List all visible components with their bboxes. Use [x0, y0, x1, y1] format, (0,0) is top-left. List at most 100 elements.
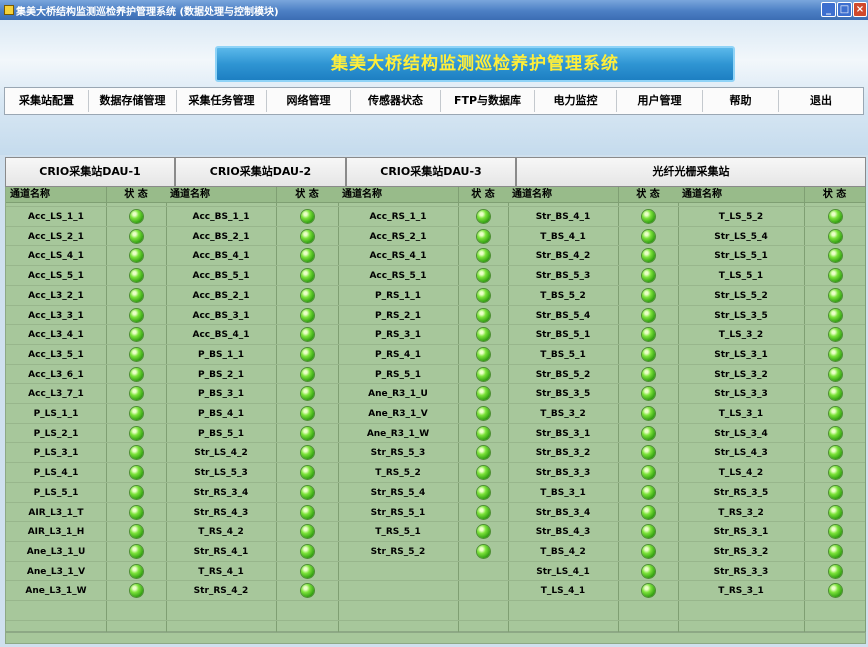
channel-name: T_RS_5_1 — [375, 527, 421, 538]
channel-name: Str_RS_5_3 — [370, 448, 426, 459]
channel-name: Acc_L3_6_1 — [28, 369, 84, 380]
status-led-icon — [642, 505, 655, 519]
menu-exit[interactable]: 退出 — [779, 90, 863, 112]
channel-name: Acc_LS_4_1 — [28, 251, 84, 262]
channel-name: T_LS_5_1 — [718, 271, 764, 282]
status-led-icon — [642, 407, 655, 420]
status-led-icon — [301, 505, 314, 519]
channel-name: P_LS_5_1 — [33, 487, 79, 498]
status-led-icon — [829, 269, 842, 283]
menu-help[interactable]: 帮助 — [703, 90, 779, 112]
header-channel-name: 通道名称 — [166, 187, 276, 203]
status-led-icon — [642, 308, 655, 322]
row-divider — [6, 383, 865, 384]
channel-name: T_RS_3_2 — [718, 507, 764, 518]
status-led-icon — [130, 347, 143, 361]
status-led-icon — [642, 485, 655, 499]
menu-user-management[interactable]: 用户管理 — [617, 90, 703, 112]
channel-name: P_LS_3_1 — [33, 448, 79, 459]
close-button[interactable]: × — [853, 2, 867, 17]
channel-name: Acc_L3_4_1 — [28, 330, 84, 341]
tab-crio-dau-3[interactable]: CRIO采集站DAU-3 — [346, 157, 516, 187]
channel-name: Acc_BS_4_1 — [192, 330, 250, 341]
status-led-icon — [829, 367, 842, 381]
channel-name: Acc_BS_2_1 — [192, 290, 250, 301]
channel-name: Str_RS_4_3 — [193, 507, 249, 518]
status-led-icon — [477, 308, 490, 322]
status-led-icon — [477, 367, 490, 381]
channel-name: P_LS_1_1 — [33, 409, 79, 419]
channel-name: Acc_L3_2_1 — [28, 290, 84, 301]
channel-name: Str_BS_3_4 — [535, 507, 591, 518]
channel-name: P_BS_1_1 — [198, 349, 244, 360]
header-status: 状 态 — [804, 187, 865, 203]
row-divider — [6, 265, 865, 266]
channel-name: P_LS_2_1 — [33, 428, 79, 439]
channel-name: P_RS_1_1 — [374, 290, 422, 301]
channel-name: Str_RS_4_1 — [193, 546, 249, 557]
channel-name: Str_BS_5_2 — [535, 369, 591, 380]
channel-name: Str_LS_3_2 — [714, 369, 768, 380]
maximize-button[interactable]: □ — [837, 2, 852, 17]
channel-name: Str_BS_3_1 — [535, 428, 591, 439]
menu-data-storage[interactable]: 数据存储管理 — [89, 90, 177, 112]
channel-name: Str_LS_3_1 — [714, 349, 768, 360]
row-divider — [6, 521, 865, 522]
status-led-icon — [829, 544, 842, 558]
header-channel-name: 通道名称 — [338, 187, 458, 203]
status-led-icon — [642, 544, 655, 558]
row-divider — [6, 482, 865, 483]
row-divider — [6, 305, 865, 306]
status-led-icon — [130, 426, 143, 440]
channel-name: Str_RS_3_2 — [713, 546, 769, 557]
channel-name: T_RS_4_1 — [198, 566, 244, 577]
status-led-icon — [301, 288, 314, 302]
channel-name: P_BS_3_1 — [198, 389, 244, 400]
minimize-button[interactable]: _ — [821, 2, 836, 17]
channel-name: Str_BS_3_3 — [535, 468, 591, 479]
channel-name: T_BS_5_1 — [540, 349, 586, 360]
status-led-icon — [301, 229, 314, 243]
channel-name: Str_BS_4_2 — [535, 251, 591, 262]
channel-name: Acc_LS_1_1 — [28, 212, 84, 222]
menu-ftp-database[interactable]: FTP与数据库 — [441, 90, 535, 112]
menu-task-management[interactable]: 采集任务管理 — [177, 90, 267, 112]
status-led-icon — [642, 426, 655, 440]
channel-name: T_LS_4_1 — [540, 586, 586, 597]
status-led-icon — [642, 269, 655, 283]
status-led-icon — [130, 466, 143, 480]
status-led-icon — [829, 229, 842, 243]
menu-station-config[interactable]: 采集站配置 — [5, 90, 89, 112]
status-led-icon — [829, 347, 842, 361]
channel-name: T_LS_4_2 — [718, 468, 764, 479]
status-led-icon — [130, 505, 143, 519]
status-led-icon — [829, 485, 842, 499]
status-led-icon — [829, 210, 842, 223]
channel-name: T_BS_4_1 — [540, 231, 586, 242]
header-channel-name: 通道名称 — [6, 187, 106, 203]
channel-name: Str_LS_5_2 — [714, 290, 768, 301]
channel-name: T_RS_4_2 — [198, 527, 244, 538]
header-status: 状 态 — [276, 187, 338, 203]
status-led-icon — [477, 505, 490, 519]
channel-name: P_BS_2_1 — [198, 369, 244, 380]
channel-name: Acc_RS_5_1 — [369, 271, 427, 282]
row-divider — [6, 226, 865, 227]
tab-fiber-grating-station[interactable]: 光纤光栅采集站 — [516, 157, 866, 187]
menu-network[interactable]: 网络管理 — [267, 90, 351, 112]
status-led-icon — [829, 407, 842, 420]
tab-crio-dau-2[interactable]: CRIO采集站DAU-2 — [175, 157, 346, 187]
tab-crio-dau-1[interactable]: CRIO采集站DAU-1 — [5, 157, 175, 187]
channel-name: T_BS_3_2 — [540, 409, 586, 419]
channel-name: T_BS_3_1 — [540, 487, 586, 498]
channel-name: Acc_RS_1_1 — [369, 212, 427, 222]
channel-name: T_BS_4_2 — [540, 546, 586, 557]
status-led-icon — [829, 564, 842, 578]
menu-power-monitor[interactable]: 电力监控 — [535, 90, 617, 112]
row-divider — [6, 403, 865, 404]
status-led-icon — [301, 367, 314, 381]
status-led-icon — [301, 210, 314, 223]
channel-name: Str_LS_4_3 — [714, 448, 768, 459]
menu-sensor-status[interactable]: 传感器状态 — [351, 90, 441, 112]
channel-name: T_RS_3_1 — [718, 586, 764, 597]
